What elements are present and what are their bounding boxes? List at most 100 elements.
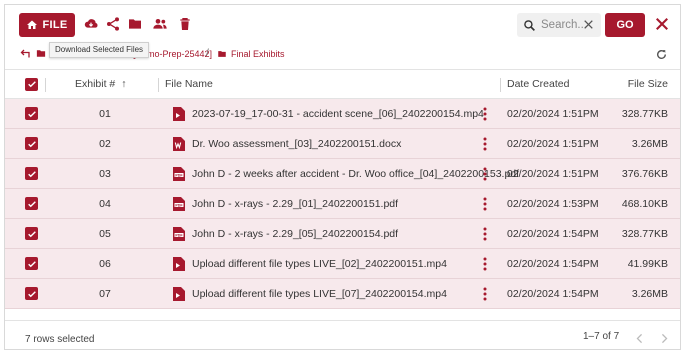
table-body: 01 2023-07-19_17-00-31 - accident scene_[… <box>5 99 680 309</box>
row-actions-button[interactable] <box>483 159 487 188</box>
check-icon <box>27 110 36 117</box>
file-menu-button[interactable]: FILE <box>19 13 75 37</box>
file-name-cell[interactable]: Upload different file types LIVE_[02]_24… <box>173 249 447 278</box>
file-name-cell[interactable]: Dr. Woo assessment_[03]_2402200151.docx <box>173 129 401 158</box>
row-actions-button[interactable] <box>483 219 487 248</box>
row-actions-button[interactable] <box>483 99 487 128</box>
date-created: 02/20/2024 1:53PM <box>507 197 599 210</box>
file-size: 328.77KB <box>621 227 668 240</box>
row-checkbox[interactable] <box>25 129 38 158</box>
cloud-download-icon[interactable] <box>83 16 99 32</box>
more-vertical-icon <box>483 227 487 240</box>
video-file-icon <box>173 106 185 121</box>
file-size: 468.10KB <box>621 197 668 210</box>
pdf-file-icon: PDF <box>173 196 185 211</box>
folder-icon[interactable] <box>127 16 143 32</box>
breadcrumb-current[interactable]: Final Exhibits <box>231 49 285 59</box>
pdf-file-icon: PDF <box>173 166 185 181</box>
table-row[interactable]: 02 Dr. Woo assessment_[03]_2402200151.doc… <box>5 129 680 159</box>
table-row[interactable]: 06 Upload different file types LIVE_[02]_… <box>5 249 680 279</box>
size-header-label: File Size <box>627 78 668 90</box>
table-row[interactable]: 01 2023-07-19_17-00-31 - accident scene_[… <box>5 99 680 129</box>
date-header-label: Date Created <box>507 78 570 90</box>
back-arrow-icon[interactable] <box>19 48 31 60</box>
date-created: 02/20/2024 1:54PM <box>507 227 599 240</box>
clear-search-icon[interactable] <box>582 18 595 31</box>
row-actions-button[interactable] <box>483 279 487 308</box>
file-menu-label: FILE <box>42 19 68 31</box>
tooltip: Download Selected Files <box>49 42 150 58</box>
file-manager-panel: FILE Search... GO [Demo-Prep-25442] / Fi… <box>4 4 681 350</box>
date-created: 02/20/2024 1:54PM <box>507 287 599 300</box>
row-actions-button[interactable] <box>483 129 487 158</box>
row-checkbox[interactable] <box>25 99 38 128</box>
file-name-cell[interactable]: PDF John D - x-rays - 2.29_[05]_240220015… <box>173 219 398 248</box>
more-vertical-icon <box>483 107 487 120</box>
video-file-icon <box>173 256 185 271</box>
folder-icon <box>36 50 46 57</box>
exhibit-column-header[interactable]: Exhibit # ↑ <box>75 70 127 98</box>
word-file-icon <box>173 136 185 151</box>
search-placeholder: Search... <box>541 19 588 31</box>
svg-text:PDF: PDF <box>175 173 183 177</box>
selection-count: 7 rows selected <box>25 334 95 345</box>
table-row[interactable]: 03 PDF John D - 2 weeks after accident - D… <box>5 159 680 189</box>
row-checkbox[interactable] <box>25 189 38 218</box>
check-icon <box>27 140 36 147</box>
svg-text:PDF: PDF <box>175 233 183 237</box>
search-input[interactable]: Search... <box>517 13 601 37</box>
file-name-header-label: File Name <box>165 78 213 90</box>
more-vertical-icon <box>483 137 487 150</box>
sort-ascending-icon[interactable]: ↑ <box>121 78 126 90</box>
row-actions-button[interactable] <box>483 249 487 278</box>
table-row[interactable]: 05 PDF John D - x-rays - 2.29_[05]_2402200… <box>5 219 680 249</box>
previous-page-icon[interactable] <box>635 333 644 344</box>
date-created: 02/20/2024 1:54PM <box>507 257 599 270</box>
date-created: 02/20/2024 1:51PM <box>507 167 599 180</box>
file-name-cell[interactable]: PDF John D - 2 weeks after accident - Dr.… <box>173 159 519 188</box>
file-name-cell[interactable]: Upload different file types LIVE_[07]_24… <box>173 279 447 308</box>
trash-icon[interactable] <box>177 16 193 32</box>
check-icon <box>27 290 36 297</box>
file-size: 376.76KB <box>621 167 668 180</box>
more-vertical-icon <box>483 257 487 270</box>
svg-text:PDF: PDF <box>175 203 183 207</box>
go-button[interactable]: GO <box>605 13 645 37</box>
row-checkbox[interactable] <box>25 249 38 278</box>
users-icon[interactable] <box>152 16 168 32</box>
more-vertical-icon <box>483 287 487 300</box>
file-size: 3.26MB <box>631 137 668 150</box>
date-column-header[interactable]: Date Created <box>507 70 569 98</box>
size-column-header[interactable]: File Size <box>628 70 668 98</box>
file-name: John D - 2 weeks after accident - Dr. Wo… <box>192 167 520 180</box>
search-icon <box>524 19 535 31</box>
select-all-checkbox[interactable] <box>25 70 38 98</box>
file-name-column-header[interactable]: File Name <box>165 70 213 98</box>
file-name-cell[interactable]: 2023-07-19_17-00-31 - accident scene_[06… <box>173 99 484 128</box>
row-checkbox[interactable] <box>25 219 38 248</box>
file-name: Dr. Woo assessment_[03]_2402200151.docx <box>192 137 402 150</box>
row-checkbox[interactable] <box>25 159 38 188</box>
check-icon <box>27 230 36 237</box>
next-page-icon[interactable] <box>660 333 669 344</box>
row-actions-button[interactable] <box>483 189 487 218</box>
home-icon <box>27 20 38 29</box>
table-row[interactable]: 04 PDF John D - x-rays - 2.29_[01]_2402200… <box>5 189 680 219</box>
exhibit-number: 04 <box>99 197 111 210</box>
share-icon[interactable] <box>105 16 121 32</box>
exhibit-number: 01 <box>99 107 111 120</box>
refresh-icon[interactable] <box>655 48 668 61</box>
exhibit-header-label: Exhibit # <box>75 78 116 90</box>
row-checkbox[interactable] <box>25 279 38 308</box>
file-name: John D - x-rays - 2.29_[05]_2402200154.p… <box>192 227 399 240</box>
table-row[interactable]: 07 Upload different file types LIVE_[07]_… <box>5 279 680 309</box>
check-icon <box>27 170 36 177</box>
exhibit-number: 06 <box>99 257 111 270</box>
check-icon <box>27 260 36 267</box>
check-icon <box>27 200 36 207</box>
close-icon[interactable] <box>653 15 671 33</box>
toolbar: FILE Search... GO <box>5 5 680 45</box>
pagination-range: 1–7 of 7 <box>583 331 620 342</box>
file-name-cell[interactable]: PDF John D - x-rays - 2.29_[01]_240220015… <box>173 189 398 218</box>
file-name: 2023-07-19_17-00-31 - accident scene_[06… <box>192 107 484 120</box>
